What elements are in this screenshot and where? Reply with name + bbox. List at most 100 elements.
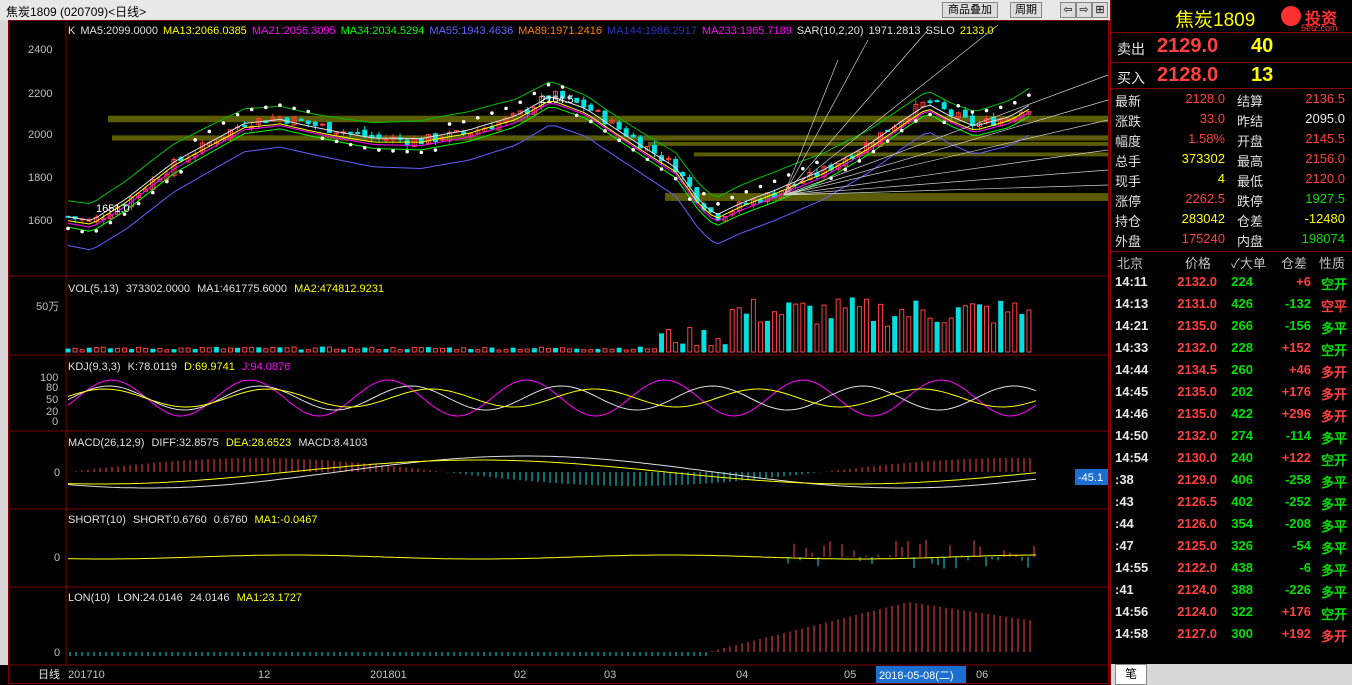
volume-bar — [411, 346, 417, 353]
volume-bar — [425, 347, 431, 353]
tick-row[interactable]: 14:45 2135.0 202 +176 多开 — [1111, 382, 1352, 402]
lon-y-0: 0 — [54, 647, 60, 659]
candle-body — [630, 134, 636, 138]
tick-row[interactable]: 14:46 2135.0 422 +296 多开 — [1111, 404, 1352, 424]
sar-dot — [433, 148, 438, 152]
prev-arrow-icon[interactable]: ⇦ — [1060, 2, 1076, 18]
buy-row: 买入 2128.0 13 — [1111, 62, 1352, 89]
tick-row[interactable]: 14:11 2132.0 224 +6 空开 — [1111, 272, 1352, 292]
tick-nature: 多平 — [1320, 541, 1347, 556]
x-label-201801: 201801 — [370, 669, 407, 681]
period-button[interactable]: 周期 — [1010, 2, 1042, 18]
volume-bar — [807, 305, 813, 353]
ma-legend-item: 2133.0 — [960, 25, 994, 37]
tick-time: 14:54 — [1115, 450, 1149, 465]
ma-legend-item: SSLO — [926, 25, 956, 37]
macd-legend: MACD(26,12,9) DIFF:32.8575 DEA:28.6523 M… — [68, 437, 367, 449]
sar-dot — [744, 189, 749, 194]
short-ma1: MA1:-0.0467 — [255, 514, 318, 526]
sar-dot — [235, 112, 240, 117]
overlay-button[interactable]: 商品叠加 — [942, 2, 998, 18]
tick-time: :41 — [1115, 582, 1134, 597]
volume-bar — [439, 347, 445, 353]
ticks-list[interactable]: 14:11 2132.0 224 +6 空开 14:13 2131.0 426 -132 空平 14… — [1111, 272, 1352, 648]
sar-dot — [447, 122, 452, 126]
stats-row: 持仓 283042 仓差 -12480 — [1111, 209, 1352, 229]
volume-bar — [242, 347, 248, 353]
tick-row[interactable]: 14:56 2124.0 322 +176 空开 — [1111, 602, 1352, 622]
next-arrow-icon[interactable]: ⇨ — [1076, 2, 1092, 18]
tick-diff: -208 — [1284, 516, 1311, 531]
tick-nature: 多平 — [1320, 321, 1347, 336]
volume-bar — [249, 346, 255, 353]
buy-price: 2128.0 — [1157, 64, 1219, 86]
candle-body — [461, 131, 467, 135]
tick-row[interactable]: 14:33 2132.0 228 +152 空开 — [1111, 338, 1352, 358]
fan-line — [783, 169, 1109, 196]
tick-diff: +176 — [1281, 384, 1311, 399]
tick-diff: +122 — [1281, 450, 1311, 465]
grid-icon[interactable]: ⊞ — [1092, 2, 1108, 18]
stats-row: 涨停 2262.5 跌停 1927.5 — [1111, 189, 1352, 209]
sar-dot — [730, 195, 734, 200]
vol-ma1: MA1:461775.6000 — [197, 283, 287, 295]
ma-legend-item: MA144:1986.2917 — [607, 25, 697, 37]
sar-dot — [857, 159, 862, 163]
volume-bar — [1012, 302, 1018, 353]
tick-price: 2135.0 — [1177, 318, 1217, 333]
kdj-legend: KDJ(9,3,3) K:78.0119 D:69.9741 J:94.0876 — [68, 361, 290, 373]
volume-bar — [722, 344, 728, 353]
candle-body — [348, 131, 354, 134]
volume-bar — [150, 348, 156, 353]
tick-row[interactable]: 14:44 2134.5 260 +46 多开 — [1111, 360, 1352, 380]
tick-row[interactable]: 14:54 2130.0 240 +122 空开 — [1111, 448, 1352, 468]
tick-row[interactable]: :43 2126.5 402 -252 多平 — [1111, 492, 1352, 512]
tick-nature: 空开 — [1320, 343, 1347, 358]
candle-body — [383, 138, 389, 141]
candle-body — [376, 134, 382, 139]
tick-price: 2132.0 — [1177, 340, 1217, 355]
tick-row[interactable]: :44 2126.0 354 -208 多平 — [1111, 514, 1352, 534]
sar-dot — [815, 160, 819, 165]
quote-name: 焦炭1809 — [1175, 10, 1256, 31]
stats-row: 现手 4 最低 2120.0 — [1111, 169, 1352, 189]
tick-row[interactable]: 14:58 2127.0 300 +192 多开 — [1111, 624, 1352, 644]
tick-row[interactable]: 14:21 2135.0 266 -156 多平 — [1111, 316, 1352, 336]
sar-dot — [292, 106, 296, 111]
stats-table: 最新 2128.0 结算 2136.5 涨跌 33.0 昨结 2095.0 幅度 1.58% 开盘 2… — [1111, 89, 1352, 252]
tick-nature: 多平 — [1320, 585, 1347, 600]
tick-vol: 202 — [1231, 384, 1253, 399]
tick-row[interactable]: :47 2125.0 326 -54 多平 — [1111, 536, 1352, 556]
volume-bar — [998, 300, 1004, 353]
tick-diff: -156 — [1284, 318, 1311, 333]
tick-row[interactable]: 14:55 2122.0 438 -6 多平 — [1111, 558, 1352, 578]
volume-bar — [962, 305, 968, 353]
ma-line — [67, 96, 1030, 221]
tick-row[interactable]: 14:13 2131.0 426 -132 空平 — [1111, 294, 1352, 314]
stat-label: 昨结 — [1237, 114, 1264, 129]
sar-dot — [193, 138, 197, 142]
tick-vol: 354 — [1231, 516, 1253, 531]
ticks-header: 北京 价格 ✓大单 仓差 性质 — [1111, 251, 1352, 271]
stat-label: 持仓 — [1115, 214, 1142, 229]
tick-time: 14:13 — [1115, 296, 1149, 311]
tick-vol: 322 — [1231, 604, 1253, 619]
volume-bar — [906, 316, 912, 353]
tick-diff: +192 — [1281, 626, 1311, 641]
tick-row[interactable]: :41 2124.0 388 -226 多平 — [1111, 580, 1352, 600]
sar-dot — [377, 148, 381, 152]
y-tick-2400: 2400 — [28, 44, 52, 56]
chart-area[interactable]: K MA5:2099.0000 MA13:2066.0385 MA21:2056.30… — [8, 20, 1110, 685]
tab-ticks[interactable]: 笔 — [1115, 664, 1147, 685]
sar-dot — [108, 220, 113, 225]
volume-bar — [842, 307, 848, 353]
stat-label: 涨跌 — [1115, 114, 1142, 129]
tick-row[interactable]: :38 2129.0 406 -258 多平 — [1111, 470, 1352, 490]
volume-bar — [447, 347, 453, 353]
tick-row[interactable]: 14:50 2132.0 274 -114 多平 — [1111, 426, 1352, 446]
candle-body — [941, 102, 947, 110]
lon-label: LON(10) — [68, 592, 110, 604]
volume-bar — [885, 325, 891, 353]
left-scroll-strip[interactable] — [0, 20, 8, 665]
sar-dot — [673, 176, 678, 181]
